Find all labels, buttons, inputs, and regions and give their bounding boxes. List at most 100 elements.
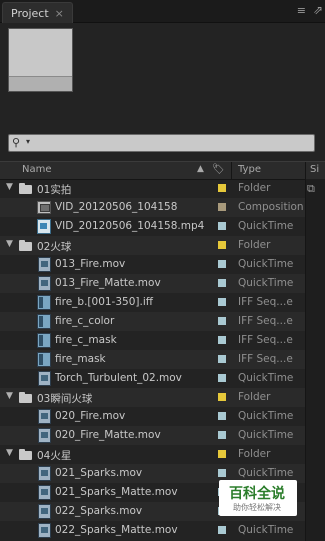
item-name: 021_Sparks.mov	[55, 467, 143, 479]
item-name: 020_Fire_Matte.mov	[55, 429, 161, 441]
project-item-row[interactable]: VID_20120506_104158.mp4 QuickTime	[0, 217, 305, 236]
quicktime-file-icon	[37, 257, 51, 272]
item-type: Folder	[238, 239, 271, 251]
project-item-row[interactable]: 022_Sparks_Matte.mov QuickTime	[0, 521, 305, 540]
folder-icon	[18, 448, 32, 461]
tab-project[interactable]: Project ×	[2, 2, 73, 23]
item-type: IFF Seq...e	[238, 334, 293, 346]
sort-asc-icon[interactable]: ▲	[197, 164, 204, 174]
close-icon[interactable]: ×	[55, 7, 64, 20]
label-color-swatch[interactable]	[218, 412, 226, 420]
label-tag-icon[interactable]: 🏷	[212, 164, 225, 175]
item-type: IFF Seq...e	[238, 353, 293, 365]
project-item-row[interactable]: 020_Fire_Matte.mov QuickTime	[0, 426, 305, 445]
column-divider[interactable]	[231, 162, 232, 179]
folder-row[interactable]: ▼ 02火球 Folder	[0, 236, 305, 255]
project-item-row[interactable]: 020_Fire.mov QuickTime	[0, 407, 305, 426]
composition-icon	[37, 201, 51, 214]
project-item-row[interactable]: fire_c_mask IFF Seq...e	[0, 331, 305, 350]
label-color-swatch[interactable]	[218, 222, 226, 230]
item-name: 021_Sparks_Matte.mov	[55, 486, 178, 498]
watermark-main: 百科全说	[229, 486, 285, 502]
quicktime-file-icon	[37, 371, 51, 386]
item-type: QuickTime	[238, 429, 294, 441]
label-color-swatch[interactable]	[218, 203, 226, 211]
project-item-row[interactable]: fire_c_color IFF Seq...e	[0, 312, 305, 331]
chevron-down-icon[interactable]: ▾	[26, 137, 30, 146]
preview-thumbnail	[8, 28, 73, 92]
project-item-row[interactable]: Torch_Turbulent_02.mov QuickTime	[0, 369, 305, 388]
project-item-row[interactable]: VID_20120506_104158 Composition	[0, 198, 305, 217]
disclosure-triangle-icon[interactable]: ▼	[6, 182, 13, 192]
quicktime-file-icon	[37, 504, 51, 519]
item-name: fire_c_color	[55, 315, 115, 327]
label-color-swatch[interactable]	[218, 469, 226, 477]
column-divider[interactable]	[305, 162, 306, 179]
item-name: Torch_Turbulent_02.mov	[55, 372, 182, 384]
preview-thumbnail-strip	[9, 76, 72, 91]
item-type: Composition	[238, 201, 304, 213]
item-type: QuickTime	[238, 467, 294, 479]
folder-row[interactable]: ▼ 03瞬间火球 Folder	[0, 388, 305, 407]
project-item-row[interactable]: fire_b.[001-350].iff IFF Seq...e	[0, 293, 305, 312]
item-name: 020_Fire.mov	[55, 410, 126, 422]
disclosure-triangle-icon[interactable]: ▼	[6, 239, 13, 249]
label-color-swatch[interactable]	[218, 241, 226, 249]
item-type: Folder	[238, 391, 271, 403]
label-color-swatch[interactable]	[218, 298, 226, 306]
quicktime-file-icon	[37, 485, 51, 500]
flowchart-icon[interactable]: ⧉	[307, 182, 315, 196]
item-name: 02火球	[37, 241, 72, 253]
label-color-swatch[interactable]	[218, 374, 226, 382]
label-color-swatch[interactable]	[218, 279, 226, 287]
watermark-sub: 助你轻松解决	[233, 503, 281, 512]
item-name: 03瞬间火球	[37, 393, 93, 405]
quicktime-file-icon	[37, 466, 51, 481]
project-item-row[interactable]: fire_mask IFF Seq...e	[0, 350, 305, 369]
video-file-icon	[37, 219, 51, 234]
item-name: 04火星	[37, 450, 72, 462]
maximize-icon[interactable]: ⇗	[313, 3, 323, 17]
item-type: QuickTime	[238, 277, 294, 289]
search-icon: ⚲	[12, 136, 21, 149]
search-field[interactable]: ⚲ ▾	[8, 134, 315, 152]
item-type: QuickTime	[238, 220, 294, 232]
panel-menu-icon[interactable]: ≡	[297, 4, 307, 17]
folder-icon	[18, 391, 32, 404]
vertical-scrollbar[interactable]	[305, 179, 325, 541]
item-name: 022_Sparks.mov	[55, 505, 143, 517]
label-color-swatch[interactable]	[218, 260, 226, 268]
item-type: Folder	[238, 448, 271, 460]
quicktime-file-icon	[37, 428, 51, 443]
item-name: fire_b.[001-350].iff	[55, 296, 153, 308]
folder-row[interactable]: ▼ 01实拍 Folder	[0, 179, 305, 198]
label-color-swatch[interactable]	[218, 317, 226, 325]
item-type: Folder	[238, 182, 271, 194]
item-name: fire_mask	[55, 353, 106, 365]
quicktime-file-icon	[37, 276, 51, 291]
label-color-swatch[interactable]	[218, 393, 226, 401]
item-name: 01实拍	[37, 184, 72, 196]
label-color-swatch[interactable]	[218, 336, 226, 344]
label-color-swatch[interactable]	[218, 431, 226, 439]
label-color-swatch[interactable]	[218, 355, 226, 363]
column-header-name[interactable]: Name	[22, 164, 52, 175]
tab-project-label: Project	[11, 6, 49, 20]
column-header: Name ▲ 🏷 Type Si	[0, 161, 325, 180]
folder-icon	[18, 182, 32, 195]
disclosure-triangle-icon[interactable]: ▼	[6, 391, 13, 401]
label-color-swatch[interactable]	[218, 184, 226, 192]
column-header-type[interactable]: Type	[238, 164, 261, 175]
label-color-swatch[interactable]	[218, 526, 226, 534]
item-type: IFF Seq...e	[238, 315, 293, 327]
panel-tab-bar: Project × ≡ ⇗	[0, 0, 325, 23]
project-item-row[interactable]: 013_Fire.mov QuickTime	[0, 255, 305, 274]
item-type: IFF Seq...e	[238, 296, 293, 308]
image-sequence-icon	[37, 295, 51, 310]
disclosure-triangle-icon[interactable]: ▼	[6, 448, 13, 458]
folder-row[interactable]: ▼ 04火星 Folder	[0, 445, 305, 464]
column-header-size[interactable]: Si	[310, 164, 319, 175]
quicktime-file-icon	[37, 409, 51, 424]
project-item-row[interactable]: 013_Fire_Matte.mov QuickTime	[0, 274, 305, 293]
label-color-swatch[interactable]	[218, 450, 226, 458]
